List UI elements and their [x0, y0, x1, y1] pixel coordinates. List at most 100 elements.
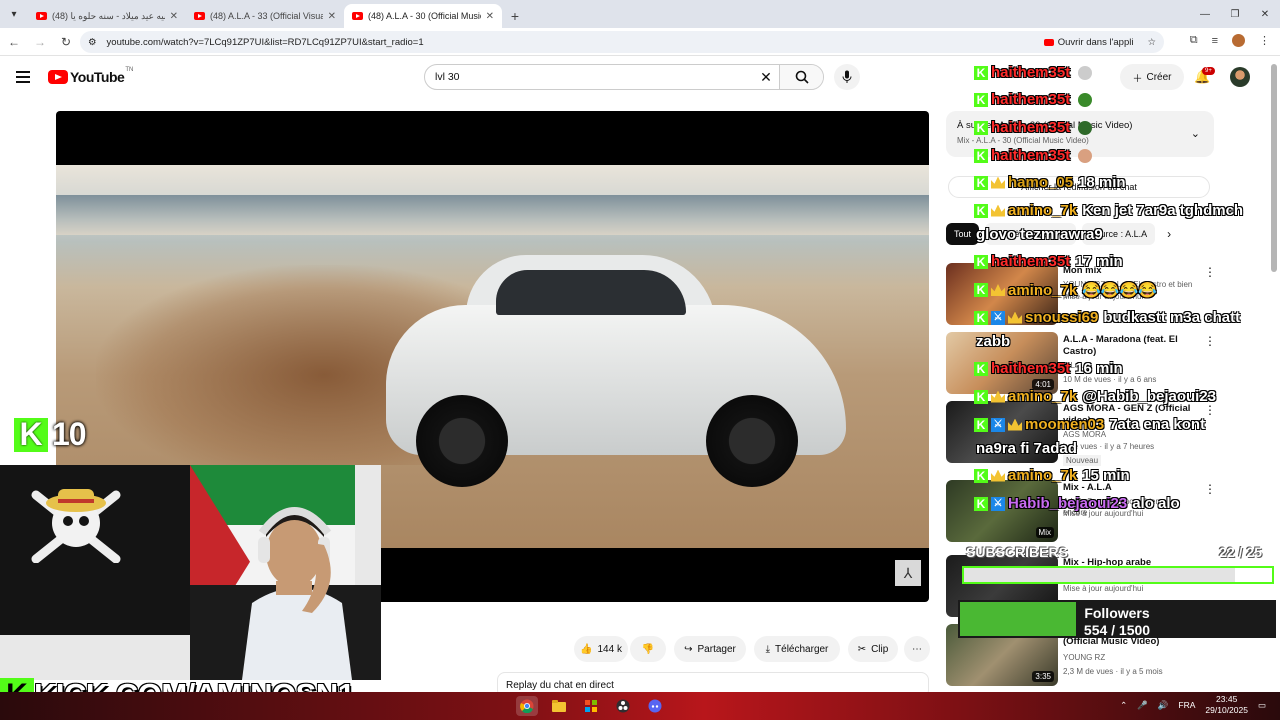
clip-button[interactable]: ✂ Clip [848, 636, 898, 662]
browser-menu-icon[interactable]: ⋮ [1259, 34, 1270, 47]
sword-badge-icon: ⚔ [991, 417, 1005, 432]
emote-icon [1078, 92, 1093, 107]
chat-message: Khaithem35t [974, 119, 1093, 136]
back-icon[interactable]: ← [2, 35, 26, 49]
kick-badge-icon: K [974, 310, 988, 325]
close-tab-icon[interactable]: ✕ [328, 11, 336, 22]
chat-message: Khamo_05 18 min [974, 174, 1126, 191]
browser-tab-1[interactable]: (48) اغنيه عيد ميلاد - سنه حلوه يا ✕ [28, 4, 186, 28]
chat-message: Kamino_7k @Habib_bejaoui23 [974, 388, 1216, 405]
forward-icon[interactable]: → [28, 35, 52, 49]
chat-text: glovo tezmrawra9 [976, 226, 1103, 243]
followers-count: 554 / 1500 [1083, 622, 1151, 638]
chat-message: glovo tezmrawra9 [974, 226, 1103, 243]
discord-icon[interactable] [644, 696, 666, 716]
like-button[interactable]: 👍 144 k [574, 636, 628, 662]
search-input[interactable]: lvl 30 [425, 71, 753, 83]
file-explorer-icon[interactable] [548, 696, 570, 716]
minimize-icon[interactable]: — [1190, 0, 1220, 28]
crown-badge-icon [991, 469, 1005, 482]
share-button[interactable]: ↪ Partager [674, 636, 746, 662]
search-button[interactable] [779, 65, 823, 89]
download-button[interactable]: ⤓ Télécharger [754, 636, 840, 662]
more-horizontal-icon: ⋯ [912, 643, 922, 655]
video-sea [56, 195, 929, 235]
chat-message: Kamino_7k 15 min [974, 467, 1130, 484]
kick-badge-icon: K [974, 361, 988, 376]
address-bar-row: ← → ↻ ⚙ youtube.com/watch?v=7LCq91ZP7UI&… [0, 28, 1280, 56]
search-icon [795, 70, 809, 84]
sword-badge-icon: ⚔ [991, 310, 1005, 325]
more-actions-button[interactable]: ⋯ [904, 636, 930, 662]
close-tab-icon[interactable]: ✕ [486, 11, 494, 22]
crown-badge-icon [991, 176, 1005, 189]
page-scrollbar[interactable] [1271, 64, 1277, 272]
restore-icon[interactable]: ❐ [1220, 0, 1250, 28]
notification-center-icon[interactable]: ▭ [1258, 700, 1266, 711]
windows-taskbar: ⌃ 🎤 🔊 FRA 23:45 29/10/2025 ▭ [0, 692, 1280, 720]
new-tab-button[interactable]: + [502, 4, 528, 28]
tab-title: (48) اغنيه عيد ميلاد - سنه حلوه يا [52, 10, 165, 21]
close-tab-icon[interactable]: ✕ [170, 11, 178, 22]
subscribers-label: SUBSCRIBERS [966, 544, 1068, 560]
language-indicator[interactable]: FRA [1178, 700, 1195, 710]
sword-badge-icon: ⚔ [991, 496, 1005, 511]
kick-badge-icon: K [974, 65, 988, 80]
reload-icon[interactable]: ↻ [54, 35, 78, 49]
tray-chevron-icon[interactable]: ⌃ [1120, 700, 1127, 711]
chat-message: Khaithem35t 17 min [974, 253, 1123, 270]
close-window-icon[interactable]: ✕ [1250, 0, 1280, 28]
mix-badge: Mix [1035, 527, 1054, 538]
car-wheel-front [706, 395, 798, 487]
youtube-logo[interactable]: YouTube TN [48, 67, 133, 85]
youtube-play-icon [48, 70, 68, 84]
dislike-button[interactable]: 👎 [630, 636, 666, 662]
browser-toolbar-icons: ⧉ ≡ ⋮ [1190, 34, 1270, 47]
followers-goal: Followers 554 / 1500 [958, 600, 1276, 638]
bookmark-star-icon[interactable]: ☆ [1147, 37, 1156, 48]
chat-text: 7ata ena kont [1109, 416, 1206, 433]
speaker-icon[interactable]: 🔊 [1158, 700, 1169, 711]
youtube-app-icon [1043, 38, 1054, 46]
level-number: 10 [52, 416, 87, 452]
stream-chat-overlay: Khaithem35t Khaithem35t Khaithem35t Khai… [960, 60, 1260, 520]
chat-username: haithem35t [991, 360, 1071, 377]
streamer-person [242, 507, 352, 680]
browser-tab-2[interactable]: (48) A.L.A - 33 (Official Visualize ✕ [186, 4, 344, 28]
chat-text: zabb [976, 333, 1011, 350]
chrome-icon[interactable] [516, 696, 538, 716]
chat-text: budkastt m3a chatt [1103, 309, 1241, 326]
tab-search-icon[interactable]: ▾ [0, 0, 28, 28]
store-icon[interactable] [580, 696, 602, 716]
chat-username: haithem35t [991, 64, 1071, 81]
clear-search-icon[interactable]: ✕ [753, 69, 779, 86]
microphone-tray-icon[interactable]: 🎤 [1137, 700, 1148, 711]
chat-message: Khaithem35t [974, 64, 1093, 81]
kick-badge-icon: K [974, 92, 988, 107]
chat-text: 16 min [1075, 360, 1123, 377]
emote-icon [1078, 120, 1093, 135]
voice-search-button[interactable] [834, 64, 860, 90]
logo-wordmark: YouTube [70, 69, 125, 85]
chat-message: K ⚔ snoussi69 budkastt m3a chatt [974, 309, 1240, 326]
video-watermark-icon[interactable]: ⅄ [895, 560, 921, 586]
kick-badge-icon: K [974, 148, 988, 163]
browser-tab-3-active[interactable]: (48) A.L.A - 30 (Official Music Vi ✕ [344, 4, 502, 28]
profile-avatar-icon[interactable] [1232, 34, 1245, 47]
reading-list-icon[interactable]: ≡ [1212, 35, 1218, 47]
chat-username: hamo_05 [1008, 174, 1074, 191]
video-duration: 3:35 [1032, 671, 1054, 682]
obs-icon[interactable] [612, 696, 634, 716]
site-info-icon[interactable]: ⚙ [88, 37, 97, 48]
extensions-icon[interactable]: ⧉ [1190, 34, 1198, 47]
chat-text: @Habib_bejaoui23 [1082, 388, 1217, 405]
omnibox[interactable]: ⚙ youtube.com/watch?v=7LCq91ZP7UI&list=R… [80, 31, 1164, 53]
taskbar-clock[interactable]: 23:45 29/10/2025 [1205, 694, 1248, 716]
subscribers-progress-fill [964, 568, 1236, 582]
guide-menu-icon[interactable] [16, 71, 30, 86]
chat-text: alo alo [1132, 495, 1180, 512]
open-in-app-button[interactable]: Ouvrir dans l'appli [1043, 37, 1133, 48]
taskbar-apps [516, 696, 666, 716]
youtube-favicon-icon [36, 12, 47, 20]
url-text[interactable]: youtube.com/watch?v=7LCq91ZP7UI&list=RD7… [107, 37, 1044, 48]
